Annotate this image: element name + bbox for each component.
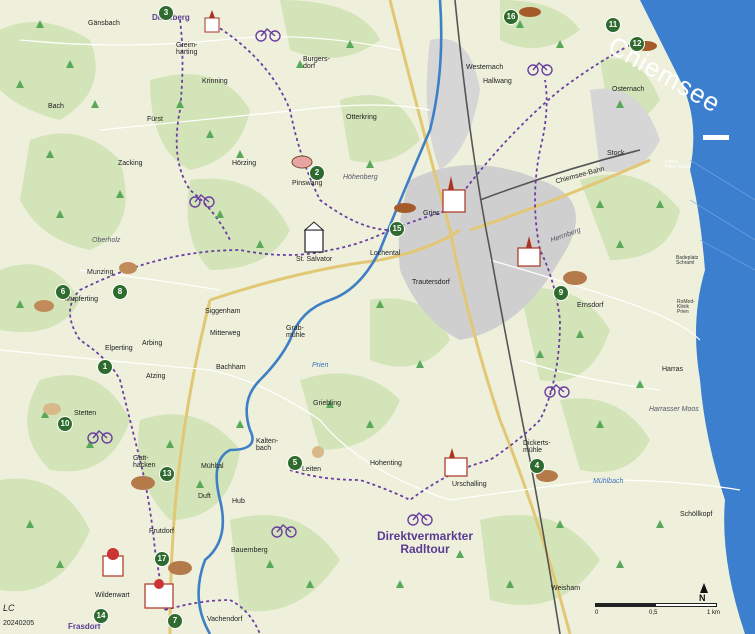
scale-label-zero: 0 xyxy=(595,610,599,616)
stop-marker-7[interactable]: 7 xyxy=(167,613,183,629)
place-label: Bach xyxy=(48,103,64,110)
stop-marker-2[interactable]: 2 xyxy=(309,165,325,181)
place-label: Ernsdorf xyxy=(577,302,604,309)
stop-marker-8[interactable]: 8 xyxy=(112,284,128,300)
place-label: Hohenting xyxy=(370,460,402,467)
stop-marker-4[interactable]: 4 xyxy=(529,458,545,474)
river-label: Prien xyxy=(312,362,329,369)
ship-icon xyxy=(703,135,729,140)
place-label: Pinswang xyxy=(292,180,323,187)
stop-marker-13[interactable]: 13 xyxy=(159,466,175,482)
logo-mark: LC xyxy=(3,603,15,613)
place-label: Atzing xyxy=(146,373,166,380)
place-label: Westernach xyxy=(466,64,504,71)
stop-marker-1[interactable]: 1 xyxy=(97,359,113,375)
place-label: Osternach xyxy=(612,86,645,93)
place-label: Frasdorf xyxy=(68,622,101,631)
place-label: Bachham xyxy=(216,364,246,371)
scale-label-one: 1 km xyxy=(707,610,721,616)
map-canvas[interactable]: Chiemsee Gänsbach Dirnsberg Greim- harti… xyxy=(0,0,755,634)
stop-marker-9[interactable]: 9 xyxy=(553,285,569,301)
place-label: Wildenwart xyxy=(95,592,130,599)
place-label: Duft xyxy=(198,493,211,500)
stop-marker-6[interactable]: 6 xyxy=(55,284,71,300)
place-label: Harras xyxy=(662,366,684,373)
place-label: Mühltal xyxy=(201,463,224,470)
place-label: Dickerts- mühle xyxy=(523,440,551,454)
place-label: Hafen Prien-Stock xyxy=(665,159,691,170)
place-label: St. Salvator xyxy=(296,256,333,263)
north-label: N xyxy=(699,593,706,603)
place-label: Arbing xyxy=(142,340,163,347)
north-arrow-icon: N xyxy=(699,583,708,603)
place-label: Krinning xyxy=(202,78,228,85)
scale-bar-light xyxy=(655,603,717,607)
tour-title-line2: Radltour xyxy=(400,542,450,556)
stop-marker-15[interactable]: 15 xyxy=(389,221,405,237)
place-label: Leiten xyxy=(302,466,322,473)
place-label: Mitterweg xyxy=(210,330,241,337)
place-label: Oberholz xyxy=(92,237,121,244)
place-label: Gatt- hacken xyxy=(133,455,156,469)
stop-marker-16[interactable]: 16 xyxy=(503,9,519,25)
stop-marker-17[interactable]: 17 xyxy=(154,551,170,567)
place-label: Höhenberg xyxy=(343,174,378,181)
place-label: Fürst xyxy=(147,116,163,123)
place-label: Griebling xyxy=(313,400,342,407)
place-label: Zacking xyxy=(118,160,143,167)
place-label: Lochental xyxy=(370,250,401,257)
river-label: Mühlbach xyxy=(593,478,624,485)
place-label: RoMed- Klinik Prien xyxy=(677,299,695,315)
place-label: Trautersdorf xyxy=(412,279,450,286)
place-label: Stock xyxy=(607,150,625,157)
place-label: Otterkring xyxy=(346,114,377,121)
place-label: Mupferting xyxy=(65,296,99,303)
place-label: Badeplatz Schraml xyxy=(676,255,699,266)
place-label: Hallwang xyxy=(483,78,512,85)
place-label: Vachendorf xyxy=(207,616,243,623)
place-label: Munzing xyxy=(87,269,114,276)
stop-marker-3[interactable]: 3 xyxy=(158,5,174,21)
tour-title: Direktvermarkter Radltour xyxy=(375,530,475,556)
place-label: Hub xyxy=(232,498,245,505)
stop-marker-11[interactable]: 11 xyxy=(605,17,621,33)
edition-code: 20240205 xyxy=(3,620,35,627)
place-label: Prutdorf xyxy=(149,528,174,535)
place-label: Burgers- dorf xyxy=(303,56,330,70)
stop-marker-10[interactable]: 10 xyxy=(57,416,73,432)
place-label: Stetten xyxy=(74,410,97,417)
place-label: Bauernberg xyxy=(231,547,268,554)
place-label: Kalten- bach xyxy=(256,438,279,452)
place-label: Harrasser Moos xyxy=(649,406,699,413)
place-label: Greim- harting xyxy=(176,42,198,56)
scale-bar-dark xyxy=(595,603,655,607)
stop-marker-5[interactable]: 5 xyxy=(287,455,303,471)
place-label: Weisham xyxy=(551,585,581,592)
scale-label-half: 0,5 xyxy=(649,610,658,616)
place-label: Grab- mühle xyxy=(286,325,306,339)
place-label: Hörzing xyxy=(232,160,257,167)
place-label: Siggenham xyxy=(205,308,241,315)
place-label: Urschalling xyxy=(452,481,487,488)
stop-marker-14[interactable]: 14 xyxy=(93,608,109,624)
place-label: Gänsbach xyxy=(88,20,120,27)
place-label: Elperting xyxy=(105,345,133,352)
place-label: Schöllkopf xyxy=(680,511,713,518)
place-label: Gries xyxy=(423,210,440,217)
stop-marker-12[interactable]: 12 xyxy=(629,36,645,52)
